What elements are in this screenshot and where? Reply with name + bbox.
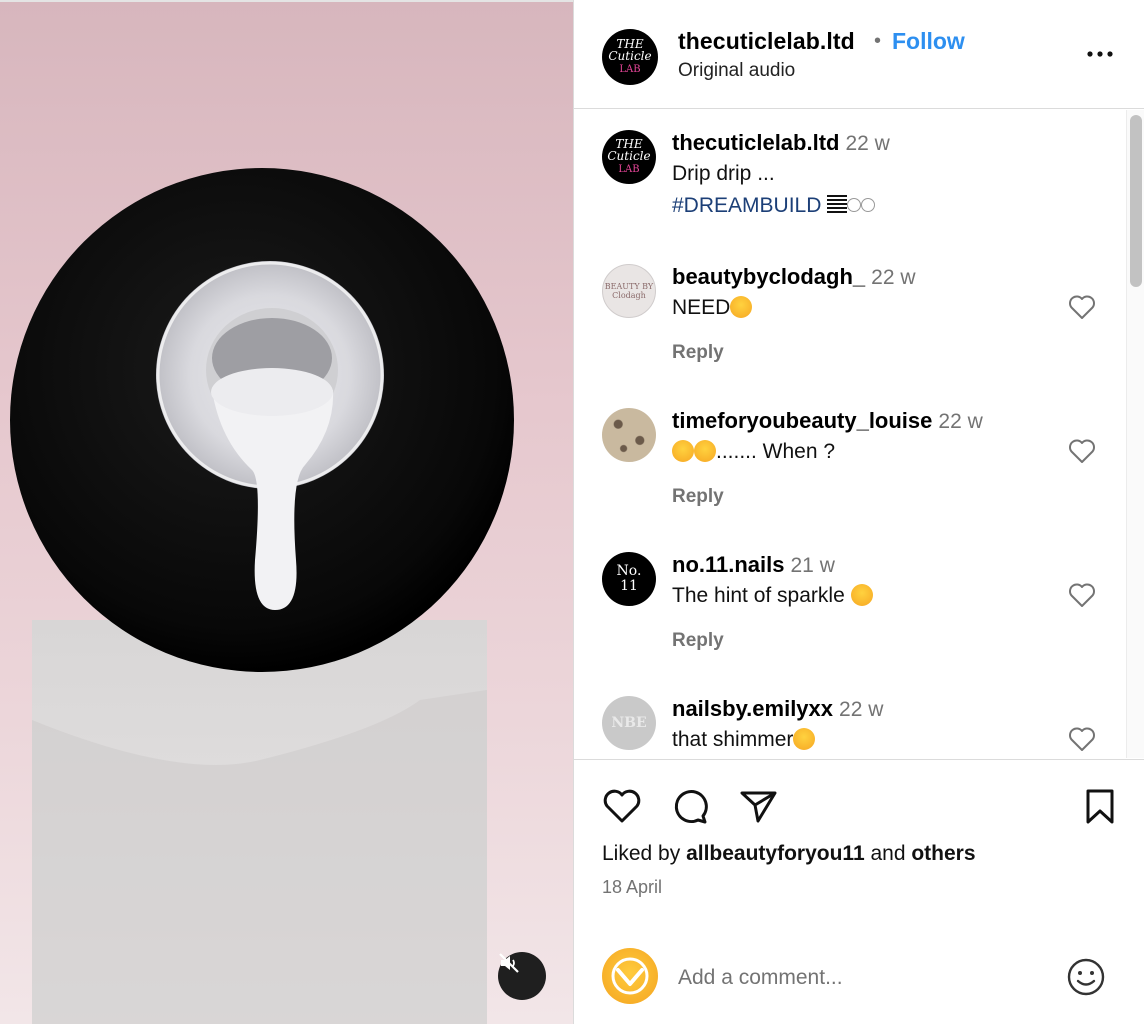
avatar-logo-text: NBE [611,715,647,731]
comment-item: No. 11 no.11.nails 21 w The hint of sparkl… [574,552,1124,662]
comment-item: timeforyoubeauty_louise 22 w ....... When… [574,408,1124,518]
comment-item: BEAUTY BY Clodagh beautybyclodagh_ 22 w N… [574,264,1124,374]
comment-time: 22 w [938,410,983,433]
more-options-icon[interactable] [1084,40,1116,68]
caption-text: Drip drip ... [672,162,775,185]
comment-time: 22 w [839,698,884,721]
comment-item: NBE nailsby.emilyxx 22 w that shimmer [574,696,1124,758]
follow-button[interactable]: Follow [892,28,965,55]
current-user-avatar[interactable] [602,948,658,1004]
eyes-emoji-icon [847,198,862,212]
eyes-emoji-icon [861,198,876,212]
like-comment-heart-icon[interactable] [1068,582,1096,608]
avatar-logo-text: No. 11 [616,563,642,594]
avatar-logo-text: BEAUTY BY Clodagh [604,282,654,300]
brand-logo: THE Cuticle LAB [608,37,652,75]
commenter-avatar[interactable] [602,408,656,462]
like-heart-icon[interactable] [600,784,644,828]
author-avatar[interactable]: THE Cuticle LAB [602,29,658,85]
comment-time: 21 w [790,554,835,577]
post-panel: THE Cuticle LAB thecuticlelab.ltd • Foll… [573,0,1144,1024]
comment-text: that shimmer [672,728,816,752]
commenter-avatar[interactable]: No. 11 [602,552,656,606]
heart-eyes-emoji-icon [850,584,873,606]
audio-label[interactable]: Original audio [678,60,795,82]
nail-bottle-photo [10,168,514,1024]
reply-button[interactable]: Reply [672,486,724,508]
likes-summary: Liked by allbeautyforyou11 and others [602,842,976,865]
likes-others-link[interactable]: others [911,842,975,865]
caption-username[interactable]: thecuticlelab.ltd 22 w [672,130,890,156]
mute-button[interactable] [498,952,546,1000]
caption-hashtag-line: #DREAMBUILD [672,194,876,218]
add-comment-bar [574,930,1144,1024]
brand-logo: THE Cuticle LAB [607,137,651,175]
reply-button[interactable]: Reply [672,342,724,364]
post-media[interactable] [0,0,573,1024]
commenter-avatar[interactable]: NBE [602,696,656,750]
caption-time: 22 w [845,132,890,155]
comment-time: 22 w [871,266,916,289]
heart-eyes-emoji-icon [793,728,816,750]
comment-username[interactable]: timeforyoubeauty_louise 22 w [672,408,983,434]
liked-by-user-link[interactable]: allbeautyforyou11 [686,842,865,865]
comment-username[interactable]: no.11.nails 21 w [672,552,835,578]
post-header: THE Cuticle LAB thecuticlelab.ltd • Foll… [574,2,1144,109]
post-date: 18 April [602,877,663,897]
lines-emoji-icon [827,195,848,215]
comment-text: ....... When ? [672,440,835,464]
emoji-picker-icon[interactable] [1066,957,1106,997]
share-send-icon[interactable] [736,784,780,828]
comments-scroll-thumb[interactable] [1130,115,1142,287]
author-username[interactable]: thecuticlelab.ltd [678,28,855,55]
comment-input[interactable] [678,958,1048,998]
surprised-emoji-icon [672,440,694,462]
separator-dot: • [874,30,882,52]
reply-button[interactable]: Reply [672,630,724,652]
caption: THE Cuticle LAB thecuticlelab.ltd 22 w Dr… [574,130,1124,240]
save-bookmark-icon[interactable] [1078,784,1122,828]
heart-eyes-emoji-icon [694,440,716,462]
caption-avatar[interactable]: THE Cuticle LAB [602,130,656,184]
comment-bubble-icon[interactable] [668,784,712,828]
hashtag-link[interactable]: #DREAMBUILD [672,194,821,217]
comment-text: The hint of sparkle [672,584,873,608]
like-comment-heart-icon[interactable] [1068,438,1096,464]
commenter-avatar[interactable]: BEAUTY BY Clodagh [602,264,656,318]
comment-username[interactable]: nailsby.emilyxx 22 w [672,696,883,722]
like-comment-heart-icon[interactable] [1068,294,1096,320]
comment-text: NEED [672,296,753,320]
like-comment-heart-icon[interactable] [1068,726,1096,752]
comments-list[interactable]: THE Cuticle LAB thecuticlelab.ltd 22 w Dr… [574,110,1144,758]
heart-eyes-emoji-icon [730,296,753,318]
post-actions: Liked by allbeautyforyou11 and others 18… [574,759,1144,945]
comment-username[interactable]: beautybyclodagh_ 22 w [672,264,916,290]
